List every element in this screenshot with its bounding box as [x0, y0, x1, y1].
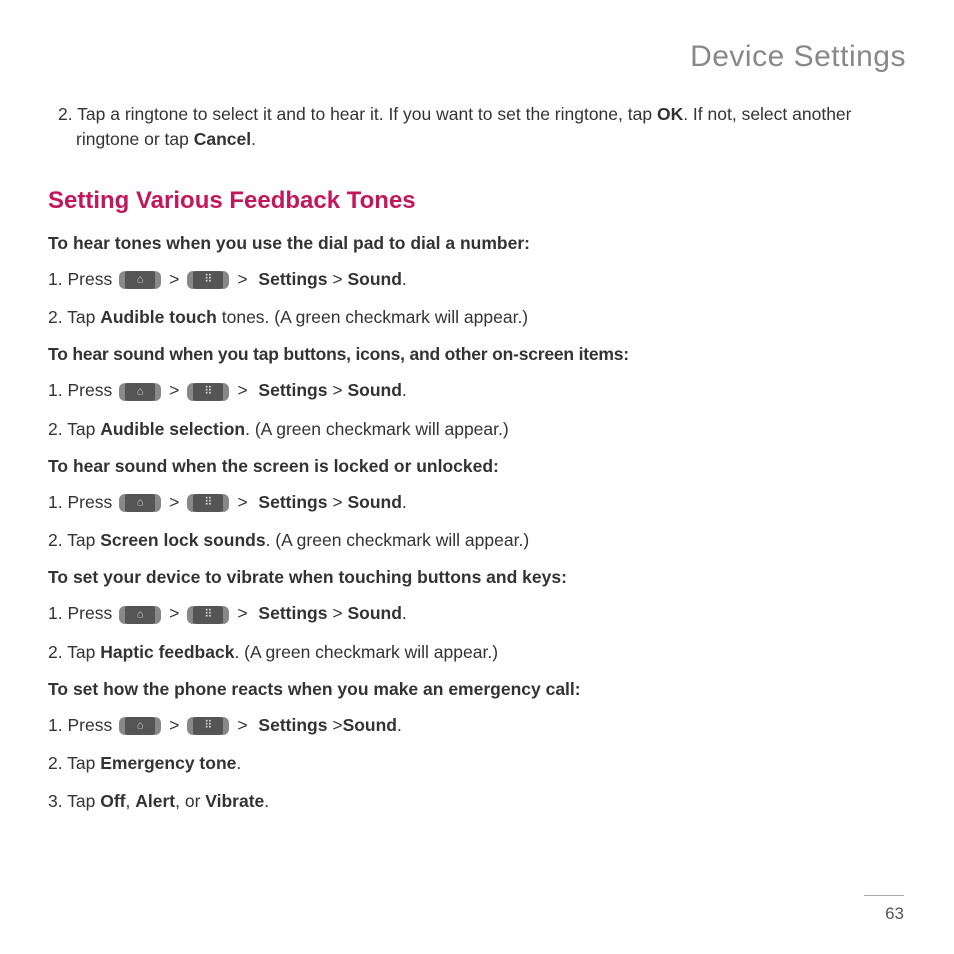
breadcrumb-sep: >	[332, 269, 342, 289]
breadcrumb-sep: >	[332, 380, 342, 400]
step-2: 2. Tap Audible touch tones. (A green che…	[48, 304, 906, 330]
apps-icon: ⠿	[187, 717, 229, 735]
text: 2. Tap	[48, 642, 100, 662]
text: 2. Tap	[48, 753, 100, 773]
text: 2. Tap	[48, 530, 100, 550]
text: .	[264, 791, 269, 811]
breadcrumb-sep: >	[169, 600, 179, 626]
apps-icon: ⠿	[187, 383, 229, 401]
option-label: Audible touch	[100, 307, 217, 327]
subheading-dialpad: To hear tones when you use the dial pad …	[48, 233, 906, 254]
press-label: Press	[67, 380, 117, 400]
option-label: Emergency tone	[100, 753, 236, 773]
breadcrumb-sep: >	[327, 715, 342, 735]
breadcrumb-sep: >	[237, 712, 247, 738]
alert-label: Alert	[135, 791, 175, 811]
breadcrumb-sep: >	[169, 266, 179, 292]
step-number: 1.	[48, 715, 67, 735]
home-icon: ⌂	[119, 717, 161, 735]
breadcrumb-sep: >	[169, 712, 179, 738]
settings-label: Settings	[258, 603, 327, 623]
step-1: 1. Press ⌂>⠿> Settings > Sound.	[48, 266, 906, 292]
breadcrumb-sep: >	[237, 600, 247, 626]
breadcrumb-sep: >	[237, 377, 247, 403]
home-icon: ⌂	[119, 494, 161, 512]
home-icon: ⌂	[119, 271, 161, 289]
vibrate-label: Vibrate	[205, 791, 264, 811]
breadcrumb-sep: >	[237, 489, 247, 515]
apps-icon: ⠿	[187, 606, 229, 624]
page-header: Device Settings	[48, 40, 906, 74]
intro-step-2: 2. Tap a ringtone to select it and to he…	[48, 102, 906, 153]
step-1: 1. Press ⌂>⠿> Settings > Sound.	[48, 377, 906, 403]
step-2: 2. Tap Screen lock sounds. (A green chec…	[48, 527, 906, 553]
step-2: 2. Tap Audible selection. (A green check…	[48, 416, 906, 442]
footer-rule	[864, 895, 904, 896]
text: . (A green checkmark will appear.)	[245, 419, 509, 439]
press-label: Press	[67, 492, 117, 512]
sound-label: Sound	[347, 603, 401, 623]
step-number: 1.	[48, 269, 67, 289]
apps-icon: ⠿	[187, 271, 229, 289]
option-label: Haptic feedback	[100, 642, 234, 662]
text: ,	[126, 791, 136, 811]
text: tones. (A green checkmark will appear.)	[217, 307, 528, 327]
step-number: 1.	[48, 603, 67, 623]
breadcrumb-sep: >	[237, 266, 247, 292]
page-number: 63	[885, 904, 904, 924]
sound-label: Sound	[343, 715, 397, 735]
text: .	[251, 129, 256, 149]
apps-icon: ⠿	[187, 494, 229, 512]
step-1: 1. Press ⌂>⠿> Settings > Sound.	[48, 489, 906, 515]
press-label: Press	[67, 603, 117, 623]
step-3: 3. Tap Off, Alert, or Vibrate.	[48, 788, 906, 814]
subheading-buttons: To hear sound when you tap buttons, icon…	[48, 344, 906, 365]
settings-label: Settings	[258, 715, 327, 735]
ok-label: OK	[657, 104, 683, 124]
step-1: 1. Press ⌂>⠿> Settings >Sound.	[48, 712, 906, 738]
step-number: 1.	[48, 492, 67, 512]
option-label: Screen lock sounds	[100, 530, 265, 550]
breadcrumb-sep: >	[169, 489, 179, 515]
subheading-haptic: To set your device to vibrate when touch…	[48, 567, 906, 588]
text: .	[236, 753, 241, 773]
text: 3. Tap	[48, 791, 100, 811]
text: , or	[175, 791, 205, 811]
cancel-label: Cancel	[194, 129, 251, 149]
breadcrumb-sep: >	[332, 492, 342, 512]
text: . (A green checkmark will appear.)	[234, 642, 498, 662]
section-heading: Setting Various Feedback Tones	[48, 187, 906, 215]
step-2: 2. Tap Haptic feedback. (A green checkma…	[48, 639, 906, 665]
breadcrumb-sep: >	[169, 377, 179, 403]
press-label: Press	[67, 715, 117, 735]
sound-label: Sound	[347, 492, 401, 512]
settings-label: Settings	[258, 380, 327, 400]
sound-label: Sound	[347, 380, 401, 400]
settings-label: Settings	[258, 492, 327, 512]
off-label: Off	[100, 791, 125, 811]
home-icon: ⌂	[119, 383, 161, 401]
text: . (A green checkmark will appear.)	[266, 530, 530, 550]
text: 2. Tap	[48, 419, 100, 439]
text: 2. Tap	[48, 307, 100, 327]
sound-label: Sound	[347, 269, 401, 289]
press-label: Press	[67, 269, 117, 289]
home-icon: ⌂	[119, 606, 161, 624]
step-2: 2. Tap Emergency tone.	[48, 750, 906, 776]
subheading-lock: To hear sound when the screen is locked …	[48, 456, 906, 477]
text: 2. Tap a ringtone to select it and to he…	[58, 104, 657, 124]
settings-label: Settings	[258, 269, 327, 289]
step-1: 1. Press ⌂>⠿> Settings > Sound.	[48, 600, 906, 626]
option-label: Audible selection	[100, 419, 245, 439]
subheading-emergency: To set how the phone reacts when you mak…	[48, 679, 906, 700]
breadcrumb-sep: >	[332, 603, 342, 623]
step-number: 1.	[48, 380, 67, 400]
